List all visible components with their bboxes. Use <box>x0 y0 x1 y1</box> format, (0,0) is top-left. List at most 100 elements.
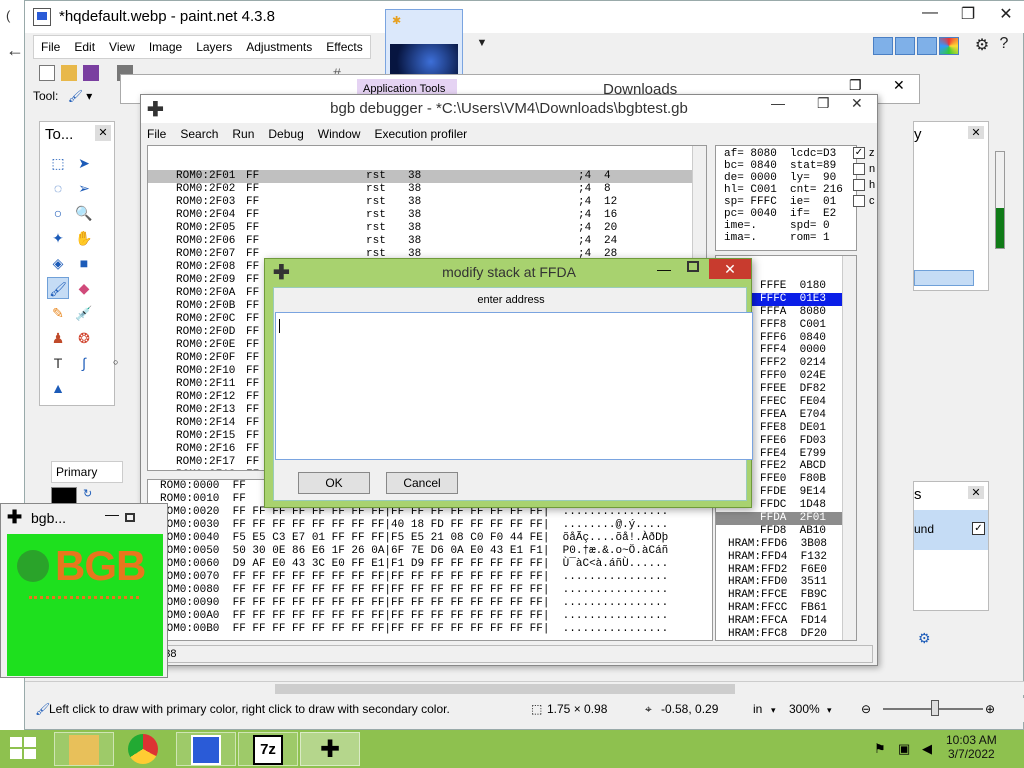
save-icon[interactable] <box>83 65 99 81</box>
swap-colors-icon[interactable]: ↻ <box>83 487 92 500</box>
taskbar-paint-net[interactable] <box>176 732 236 766</box>
units-select[interactable]: in <box>753 702 762 716</box>
layers-panel-close-button[interactable]: ✕ <box>968 486 984 499</box>
flag-n-checkbox[interactable] <box>853 163 865 175</box>
menu-window[interactable]: Window <box>318 127 361 141</box>
memory-row[interactable]: ROM0:0080 FF FF FF FF FF FF FF FF|FF FF … <box>148 584 712 597</box>
history-selected-item[interactable] <box>914 270 974 286</box>
open-folder-icon[interactable] <box>61 65 77 81</box>
zoom-chevron-icon[interactable]: ▾ <box>827 705 832 716</box>
taskbar-clock[interactable]: 10:03 AM 3/7/2022 <box>946 733 997 761</box>
dialog-titlebar[interactable]: ✚ modify stack at FFDA <box>265 259 753 285</box>
canvas-horizontal-scrollbar[interactable] <box>25 681 1024 695</box>
rectangle-select-icon[interactable]: ⬚ <box>47 152 69 174</box>
memory-row[interactable]: ROM0:0090 FF FF FF FF FF FF FF FF|FF FF … <box>148 597 712 610</box>
stack-row[interactable]: HRAM:FFCE FB9C <box>716 589 856 602</box>
line-curve-icon[interactable]: ∫ <box>73 352 95 374</box>
start-button[interactable] <box>10 737 38 761</box>
stack-row[interactable]: HRAM:FFCA FD14 <box>716 615 856 628</box>
register-row[interactable]: ime=. spd= 0 <box>724 220 856 232</box>
pan-hand-icon[interactable]: ✋ <box>73 227 95 249</box>
stack-row[interactable]: HRAM:FFD6 3B08 <box>716 538 856 551</box>
menu-run[interactable]: Run <box>232 127 254 141</box>
close-button[interactable]: ✕ <box>991 4 1021 24</box>
zoom-out-icon[interactable]: ⊖ <box>861 702 871 716</box>
menu-search[interactable]: Search <box>180 127 218 141</box>
menu-adjustments[interactable]: Adjustments <box>239 36 319 58</box>
register-row[interactable]: sp= FFFC ie= 01 <box>724 196 856 208</box>
register-row[interactable]: de= 0000 ly= 90 <box>724 172 856 184</box>
memory-row[interactable]: ROM0:0040 F5 E5 C3 E7 01 FF FF FF|F5 E5 … <box>148 532 712 545</box>
pencil-icon[interactable]: ✎ <box>47 302 69 324</box>
memory-row[interactable]: ROM0:0030 FF FF FF FF FF FF FF FF|40 18 … <box>148 519 712 532</box>
menu-debug[interactable]: Debug <box>268 127 303 141</box>
panel-resize-handle[interactable]: ○ <box>113 357 118 367</box>
register-row[interactable]: ima=. rom= 1 <box>724 232 856 244</box>
flag-z-checkbox[interactable]: ✓ <box>853 147 865 159</box>
tools-panel-close-button[interactable]: ✕ <box>95 125 111 141</box>
ellipse-select-icon[interactable]: ○ <box>47 202 69 224</box>
debugger-maximize-button[interactable]: ❐ <box>817 95 830 112</box>
menu-file[interactable]: File <box>34 36 67 58</box>
layer-properties-icon[interactable]: ⚙ <box>918 630 931 647</box>
downloads-maximize-button[interactable]: ❐ <box>849 77 862 94</box>
address-input[interactable] <box>275 312 753 460</box>
zoom-level[interactable]: 300% <box>789 702 820 716</box>
register-row[interactable]: hl= C001 cnt= 216 <box>724 184 856 196</box>
taskbar-7zip[interactable]: 7z <box>238 732 298 766</box>
menu-execution-profiler[interactable]: Execution profiler <box>374 127 467 141</box>
downloads-close-button[interactable]: ✕ <box>893 77 905 94</box>
clone-stamp-icon[interactable]: ♟ <box>47 327 69 349</box>
history-window-icon[interactable] <box>895 37 915 55</box>
taskbar-chrome[interactable] <box>114 732 174 766</box>
color-picker-icon[interactable]: 💉 <box>73 302 95 324</box>
magic-wand-icon[interactable]: ✦ <box>47 227 69 249</box>
stack-row[interactable]: FFD8 AB10 <box>716 525 856 538</box>
memory-row[interactable]: ROM0:0070 FF FF FF FF FF FF FF FF|FF FF … <box>148 571 712 584</box>
stack-row[interactable]: HRAM:FFC8 DF20 <box>716 628 856 640</box>
network-icon[interactable]: ▣ <box>898 741 910 757</box>
dialog-minimize-button[interactable]: — <box>657 261 671 277</box>
units-chevron-icon[interactable]: ▾ <box>771 705 776 716</box>
stack-row[interactable]: HRAM:FFD4 F132 <box>716 551 856 564</box>
debugger-titlebar[interactable]: ✚ bgb debugger - *C:\Users\VM4\Downloads… <box>141 95 877 123</box>
eraser-icon[interactable]: ◆ <box>73 277 95 299</box>
bgb-maximize-button[interactable] <box>125 513 135 522</box>
color-mode-select[interactable]: Primary <box>51 461 123 483</box>
move-selection-icon[interactable]: ➤ <box>73 152 95 174</box>
cancel-button[interactable]: Cancel <box>386 472 458 494</box>
disassembly-row[interactable]: ROM0:2F05 FF rst ;4 20 38 <box>148 222 706 235</box>
help-icon[interactable]: ? <box>989 35 1019 53</box>
zoom-in-icon[interactable]: ⊕ <box>985 702 995 716</box>
dialog-close-button[interactable]: ✕ <box>709 259 751 279</box>
menu-edit[interactable]: Edit <box>67 36 102 58</box>
paintbrush-tool-icon[interactable]: 🖌 <box>47 277 69 299</box>
zoom-slider-thumb[interactable] <box>931 700 939 716</box>
flag-h-checkbox[interactable] <box>853 179 865 191</box>
register-row[interactable]: af= 8080 lcdc=D3 <box>724 148 856 160</box>
register-row[interactable]: pc= 0040 if= E2 <box>724 208 856 220</box>
colors-window-icon[interactable] <box>939 37 959 55</box>
bgb-minimize-button[interactable]: — <box>105 506 119 522</box>
paint-bucket-icon[interactable]: ◈ <box>47 252 69 274</box>
stack-row[interactable]: HRAM:FFD0 3511 <box>716 576 856 589</box>
menu-view[interactable]: View <box>102 36 142 58</box>
memory-row[interactable]: ROM0:0050 50 30 0E 86 E6 1F 26 0A|6F 7E … <box>148 545 712 558</box>
shapes-icon[interactable]: ▲ <box>47 377 69 399</box>
back-arrow-icon[interactable]: ← <box>6 40 24 61</box>
disassembly-row[interactable]: ROM0:2F06 FF rst ;4 24 38 <box>148 235 706 248</box>
emulator-screen[interactable]: BGB <box>7 534 163 676</box>
layer-visibility-checkbox[interactable]: ✓ <box>972 522 985 535</box>
zoom-icon[interactable]: 🔍 <box>73 202 95 224</box>
stack-row[interactable]: FFDA 2F01 <box>716 512 856 525</box>
memory-row[interactable]: ROM0:0060 D9 AF E0 43 3C E0 FF E1|F1 D9 … <box>148 558 712 571</box>
flag-c-checkbox[interactable] <box>853 195 865 207</box>
memory-row[interactable]: ROM0:00A0 FF FF FF FF FF FF FF FF|FF FF … <box>148 610 712 623</box>
ok-button[interactable]: OK <box>298 472 370 494</box>
volume-icon[interactable]: ◀ <box>922 741 932 757</box>
tool-selector[interactable]: Tool: 🖌 ▾ <box>33 89 92 113</box>
disassembly-row[interactable]: ROM0:2F01 FF rst ;4 4 38 <box>148 170 706 183</box>
move-selected-icon[interactable]: ➢ <box>73 177 95 199</box>
history-panel-close-button[interactable]: ✕ <box>968 126 984 139</box>
stack-row[interactable]: HRAM:FFD2 F6E0 <box>716 564 856 577</box>
